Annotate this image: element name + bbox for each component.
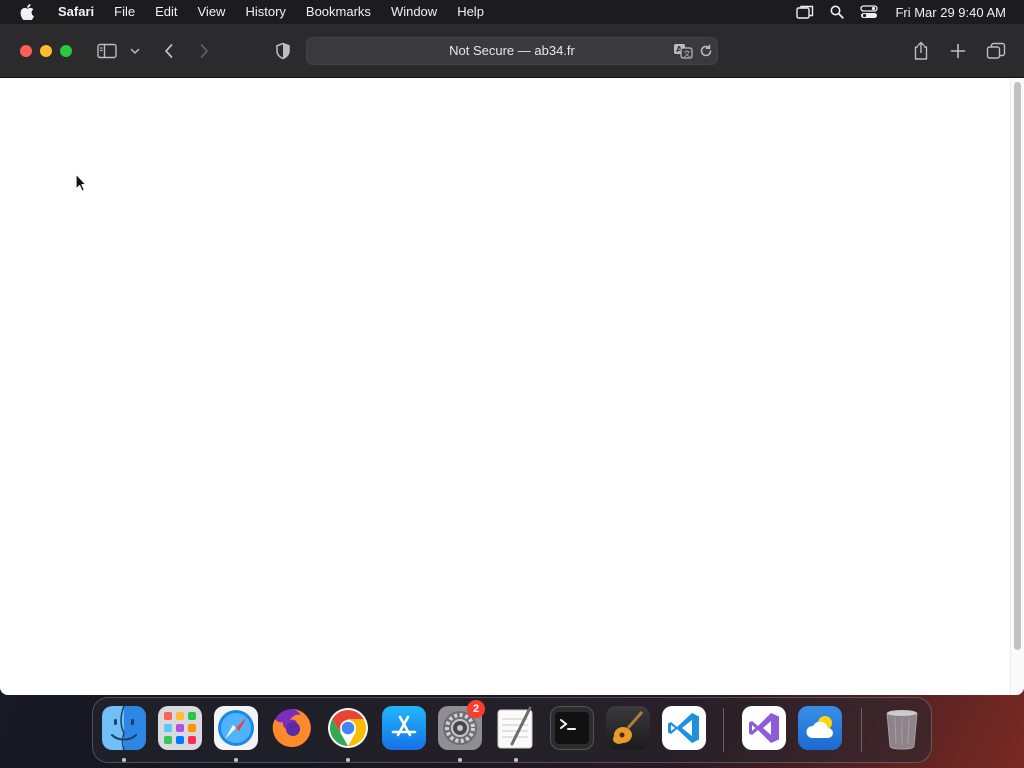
spotlight-search-icon[interactable] xyxy=(827,2,847,22)
vscode-icon[interactable] xyxy=(662,706,706,750)
safari-icon[interactable] xyxy=(214,706,258,750)
menu-bar: Safari File Edit View History Bookmarks … xyxy=(0,0,1024,24)
weather-icon[interactable] xyxy=(798,706,842,750)
menu-history[interactable]: History xyxy=(235,0,295,24)
menu-view[interactable]: View xyxy=(188,0,236,24)
svg-text:文: 文 xyxy=(684,49,691,58)
reload-icon[interactable] xyxy=(697,42,715,60)
safari-toolbar: Not Secure — ab34.fr A文 xyxy=(0,24,1024,78)
tab-overview-icon[interactable] xyxy=(984,39,1008,63)
system-settings-notification-badge: 2 xyxy=(467,700,485,718)
vertical-scrollbar[interactable] xyxy=(1010,78,1024,695)
web-page-content[interactable] xyxy=(0,78,1024,695)
finder-running-indicator xyxy=(122,758,126,762)
forward-chevron-icon[interactable] xyxy=(192,39,216,63)
menu-help[interactable]: Help xyxy=(447,0,494,24)
mouse-pointer-icon xyxy=(75,173,87,192)
trash-icon[interactable] xyxy=(880,706,924,750)
address-bar[interactable]: Not Secure — ab34.fr A文 xyxy=(306,37,718,65)
safari-running-indicator xyxy=(234,758,238,762)
finder-icon[interactable] xyxy=(102,706,146,750)
menu-bar-status-area: Fri Mar 29 9:40 AM xyxy=(789,0,1024,24)
textedit-running-indicator xyxy=(514,758,518,762)
menu-edit[interactable]: Edit xyxy=(145,0,187,24)
apple-menu-icon[interactable] xyxy=(18,3,36,21)
dock-separator xyxy=(861,708,862,752)
app-store-icon[interactable] xyxy=(382,706,426,750)
safari-window: Not Secure — ab34.fr A文 xyxy=(0,24,1024,695)
dock: 2 xyxy=(92,697,932,763)
tab-groups-chevron-down-icon[interactable] xyxy=(124,39,146,63)
garageband-guitar-icon[interactable] xyxy=(606,706,650,750)
menu-bar-clock[interactable]: Fri Mar 29 9:40 AM xyxy=(895,5,1006,20)
address-bar-text[interactable]: Not Secure — ab34.fr xyxy=(307,38,717,64)
sidebar-toggle-icon[interactable] xyxy=(95,39,119,63)
window-close-button[interactable] xyxy=(20,45,32,57)
privacy-shield-icon[interactable] xyxy=(271,39,295,63)
chrome-running-indicator xyxy=(346,758,350,762)
dock-separator xyxy=(723,708,724,752)
scrollbar-thumb[interactable] xyxy=(1014,82,1021,650)
window-minimize-button[interactable] xyxy=(40,45,52,57)
window-maximize-button[interactable] xyxy=(60,45,72,57)
launchpad-icon[interactable] xyxy=(158,706,202,750)
new-tab-plus-icon[interactable] xyxy=(946,39,970,63)
firefox-icon[interactable] xyxy=(270,706,314,750)
textedit-icon[interactable] xyxy=(494,706,538,750)
screen-mirroring-icon[interactable] xyxy=(795,2,815,22)
menu-window[interactable]: Window xyxy=(381,0,447,24)
chrome-icon[interactable] xyxy=(326,706,370,750)
menu-file[interactable]: File xyxy=(104,0,145,24)
translate-icon[interactable]: A文 xyxy=(673,42,693,60)
visual-studio-icon[interactable] xyxy=(742,706,786,750)
terminal-icon[interactable] xyxy=(550,706,594,750)
menu-bookmarks[interactable]: Bookmarks xyxy=(296,0,381,24)
menu-app-safari[interactable]: Safari xyxy=(48,0,104,24)
share-icon[interactable] xyxy=(909,39,933,63)
back-chevron-icon[interactable] xyxy=(157,39,181,63)
control-center-icon[interactable] xyxy=(859,2,879,22)
system-settings-running-indicator xyxy=(458,758,462,762)
